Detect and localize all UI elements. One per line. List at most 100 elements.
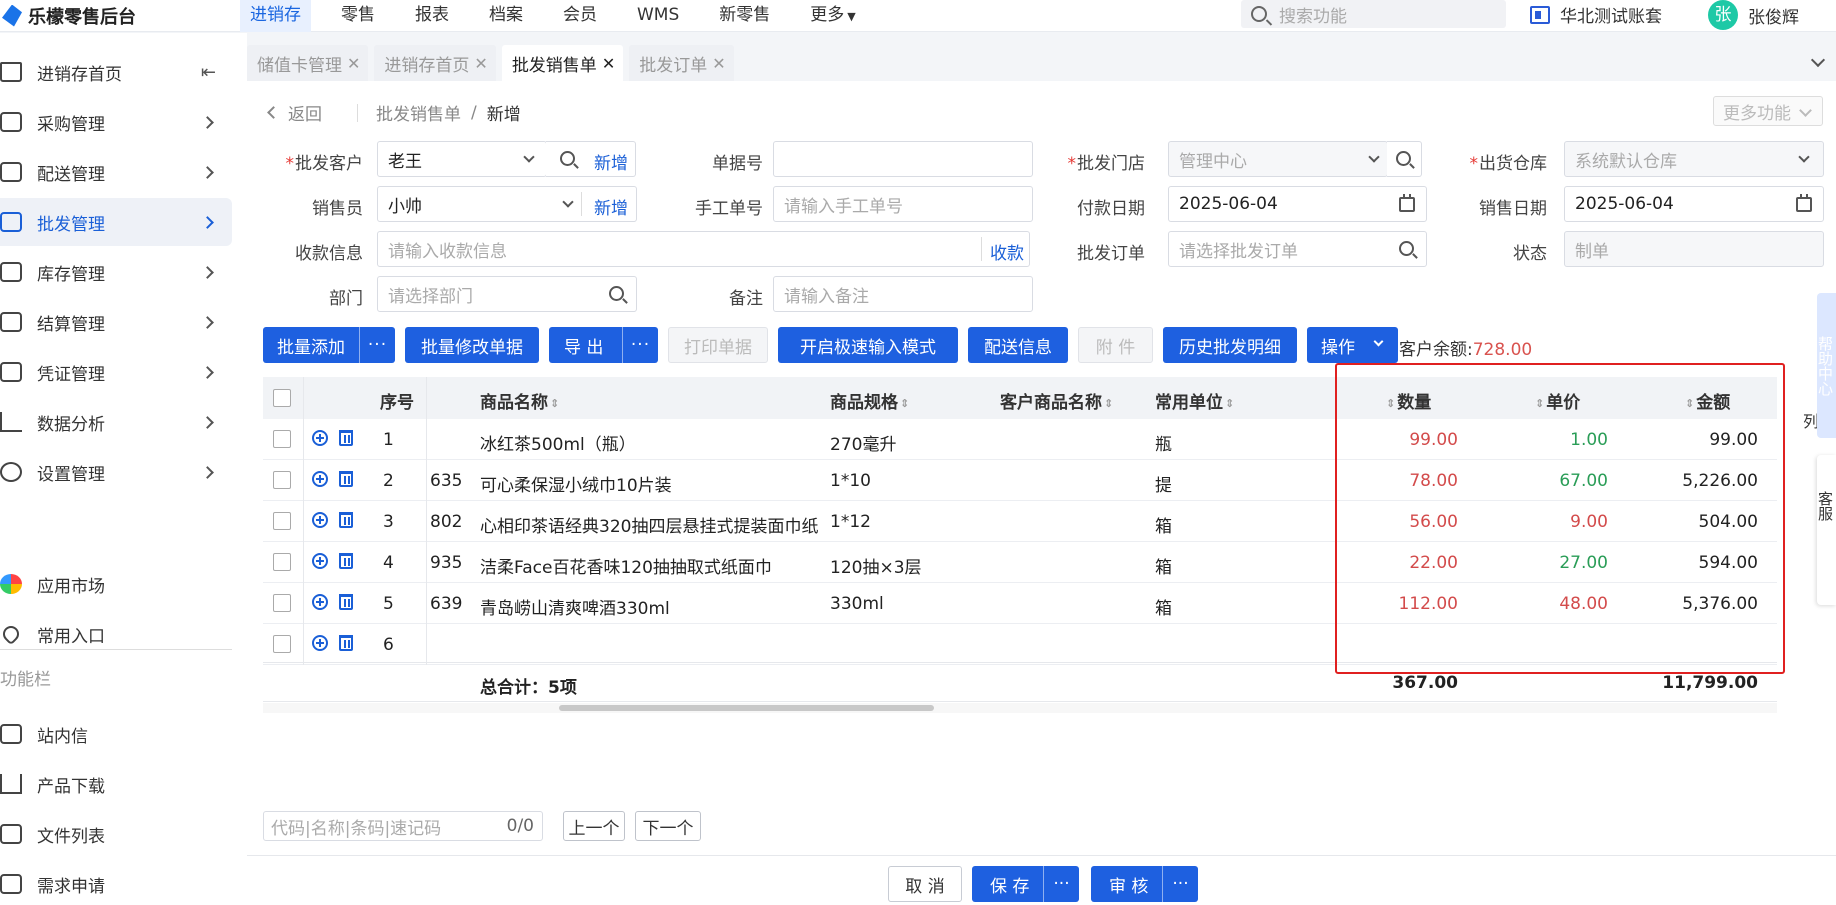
- topnav-item-inventory[interactable]: 进销存: [240, 0, 311, 32]
- header-name[interactable]: 商品名称 ⇕: [480, 388, 561, 413]
- topnav-item-new-retail[interactable]: 新零售: [709, 0, 780, 32]
- remark-input[interactable]: 请输入备注: [773, 276, 1033, 312]
- locate-search-input[interactable]: 代码|名称|条码|速记码 0/0: [263, 811, 543, 841]
- sidebar-item-settings[interactable]: 设置管理: [0, 448, 232, 496]
- cell-unit[interactable]: 瓶: [1155, 430, 1255, 455]
- back-link[interactable]: 返回: [288, 100, 322, 125]
- table-row[interactable]: 6: [263, 624, 1777, 665]
- cell-unit[interactable]: 箱: [1155, 553, 1255, 578]
- customer-select[interactable]: 老王: [377, 141, 547, 177]
- cell-unit[interactable]: 箱: [1155, 512, 1255, 537]
- operate-dropdown-button[interactable]: 操作: [1307, 327, 1398, 363]
- delete-row-icon[interactable]: [339, 553, 353, 569]
- add-row-icon[interactable]: [312, 471, 328, 487]
- sidebar-item-favorites[interactable]: 常用入口: [0, 610, 232, 658]
- close-icon[interactable]: ✕: [474, 54, 487, 73]
- sidebar-item-request[interactable]: 需求申请: [0, 860, 232, 905]
- header-amount[interactable]: ⇕ 金额: [1683, 388, 1730, 413]
- cell-price[interactable]: 27.00: [1513, 553, 1608, 573]
- scrollbar-thumb[interactable]: [559, 705, 934, 711]
- topnav-item-more[interactable]: 更多 ▼: [800, 0, 865, 32]
- avatar[interactable]: 张: [1708, 0, 1738, 30]
- batch-edit-button[interactable]: 批量修改单据: [405, 327, 539, 363]
- sidebar-item-analytics[interactable]: 数据分析: [0, 398, 232, 446]
- warehouse-select[interactable]: 系统默认仓库: [1564, 141, 1824, 177]
- cell-qty[interactable]: 22.00: [1363, 553, 1458, 573]
- prev-match-button[interactable]: 上一个: [563, 811, 625, 841]
- cell-price[interactable]: 48.00: [1513, 594, 1608, 614]
- batch-add-button[interactable]: 批量添加 ···: [263, 327, 395, 363]
- delivery-info-button[interactable]: 配送信息: [968, 327, 1068, 363]
- delete-row-icon[interactable]: [339, 512, 353, 528]
- table-row[interactable]: 3 802 心相印茶语经典320抽四层悬挂式提装面巾纸 1*12 箱 56.00…: [263, 501, 1777, 542]
- delete-row-icon[interactable]: [339, 635, 353, 651]
- next-match-button[interactable]: 下一个: [635, 811, 701, 841]
- order-select[interactable]: 请选择批发订单: [1168, 231, 1427, 267]
- tab-inventory-home[interactable]: 进销存首页 ✕: [374, 45, 496, 81]
- topnav-item-member[interactable]: 会员: [553, 0, 607, 32]
- dept-select[interactable]: 请选择部门: [377, 276, 637, 312]
- breadcrumb-parent[interactable]: 批发销售单: [376, 100, 461, 125]
- pay-date-picker[interactable]: 2025-06-04: [1168, 186, 1427, 222]
- search-icon[interactable]: [560, 151, 575, 166]
- add-customer-link[interactable]: 新增: [594, 149, 628, 174]
- attachment-button[interactable]: 附 件: [1078, 327, 1153, 363]
- close-icon[interactable]: ✕: [602, 54, 615, 73]
- account-switcher[interactable]: 华北测试账套: [1530, 2, 1662, 27]
- header-price[interactable]: ⇕ 单价: [1533, 388, 1580, 413]
- row-checkbox[interactable]: [273, 594, 291, 612]
- cell-unit[interactable]: 提: [1155, 471, 1255, 496]
- table-row[interactable]: 5 639 青岛崂山清爽啤酒330ml 330ml 箱 112.00 48.00…: [263, 583, 1777, 624]
- sidebar-item-settlement[interactable]: 结算管理: [0, 298, 232, 346]
- history-detail-button[interactable]: 历史批发明细: [1163, 327, 1297, 363]
- export-button[interactable]: 导 出 ···: [549, 327, 658, 363]
- manual-no-input[interactable]: 请输入手工单号: [773, 186, 1033, 222]
- more-dots-icon[interactable]: ···: [1162, 866, 1198, 902]
- back-arrow-icon[interactable]: [267, 106, 280, 119]
- table-row[interactable]: 1 冰红茶500ml（瓶） 270毫升 瓶 99.00 1.00 99.00: [263, 419, 1777, 460]
- topnav-item-archive[interactable]: 档案: [479, 0, 533, 32]
- receipt-action-link[interactable]: 收款: [990, 239, 1024, 264]
- table-row[interactable]: 4 935 洁柔Face百花香味120抽抽取式纸面巾 120抽×3层 箱 22.…: [263, 542, 1777, 583]
- search-icon[interactable]: [1399, 241, 1414, 256]
- search-icon[interactable]: [609, 286, 624, 301]
- row-checkbox[interactable]: [273, 512, 291, 530]
- function-search-input[interactable]: 搜索功能: [1241, 0, 1506, 28]
- cell-name[interactable]: 冰红茶500ml（瓶）: [480, 430, 820, 455]
- row-checkbox[interactable]: [273, 430, 291, 448]
- cell-name[interactable]: 可心柔保湿小绒巾10片装: [480, 471, 820, 496]
- add-row-icon[interactable]: [312, 594, 328, 610]
- save-button[interactable]: 保 存 ···: [972, 866, 1079, 902]
- add-salesman-link[interactable]: 新增: [594, 194, 628, 219]
- cell-qty[interactable]: 112.00: [1363, 594, 1458, 614]
- cell-qty[interactable]: 78.00: [1363, 471, 1458, 491]
- customer-service-panel[interactable]: 客服: [1816, 455, 1836, 605]
- row-checkbox[interactable]: [273, 471, 291, 489]
- help-center-panel[interactable]: 帮助中心: [1816, 293, 1836, 438]
- collapse-sidebar-icon[interactable]: ⇤: [201, 62, 216, 83]
- tab-wholesale-sales[interactable]: 批发销售单 ✕: [501, 45, 624, 81]
- topnav-item-report[interactable]: 报表: [405, 0, 459, 32]
- cell-unit[interactable]: 箱: [1155, 594, 1255, 619]
- sidebar-item-delivery[interactable]: 配送管理: [0, 148, 232, 196]
- add-row-icon[interactable]: [312, 635, 328, 651]
- close-icon[interactable]: ✕: [347, 54, 360, 73]
- topnav-item-retail[interactable]: 零售: [331, 0, 385, 32]
- sidebar-item-inventory-home[interactable]: 进销存首页 ⇤: [0, 48, 232, 96]
- sidebar-item-purchase[interactable]: 采购管理: [0, 98, 232, 146]
- receipt-input[interactable]: 请输入收款信息: [377, 231, 1030, 267]
- header-cust-name[interactable]: 客户商品名称 ⇕: [1000, 388, 1115, 413]
- cell-qty[interactable]: 99.00: [1363, 430, 1458, 450]
- tab-stored-card[interactable]: 储值卡管理 ✕: [247, 45, 369, 81]
- header-qty[interactable]: ⇕ 数量: [1384, 388, 1431, 413]
- sidebar-item-stock[interactable]: 库存管理: [0, 248, 232, 296]
- sale-date-picker[interactable]: 2025-06-04: [1564, 186, 1824, 222]
- delete-row-icon[interactable]: [339, 471, 353, 487]
- table-row[interactable]: 2 635 可心柔保湿小绒巾10片装 1*10 提 78.00 67.00 5,…: [263, 460, 1777, 501]
- horizontal-scrollbar[interactable]: [263, 703, 1777, 713]
- brand[interactable]: 乐檬零售后台: [0, 3, 240, 29]
- row-checkbox[interactable]: [273, 635, 291, 653]
- cell-name[interactable]: 洁柔Face百花香味120抽抽取式纸面巾: [480, 553, 820, 578]
- cell-price[interactable]: 9.00: [1513, 512, 1608, 532]
- delete-row-icon[interactable]: [339, 594, 353, 610]
